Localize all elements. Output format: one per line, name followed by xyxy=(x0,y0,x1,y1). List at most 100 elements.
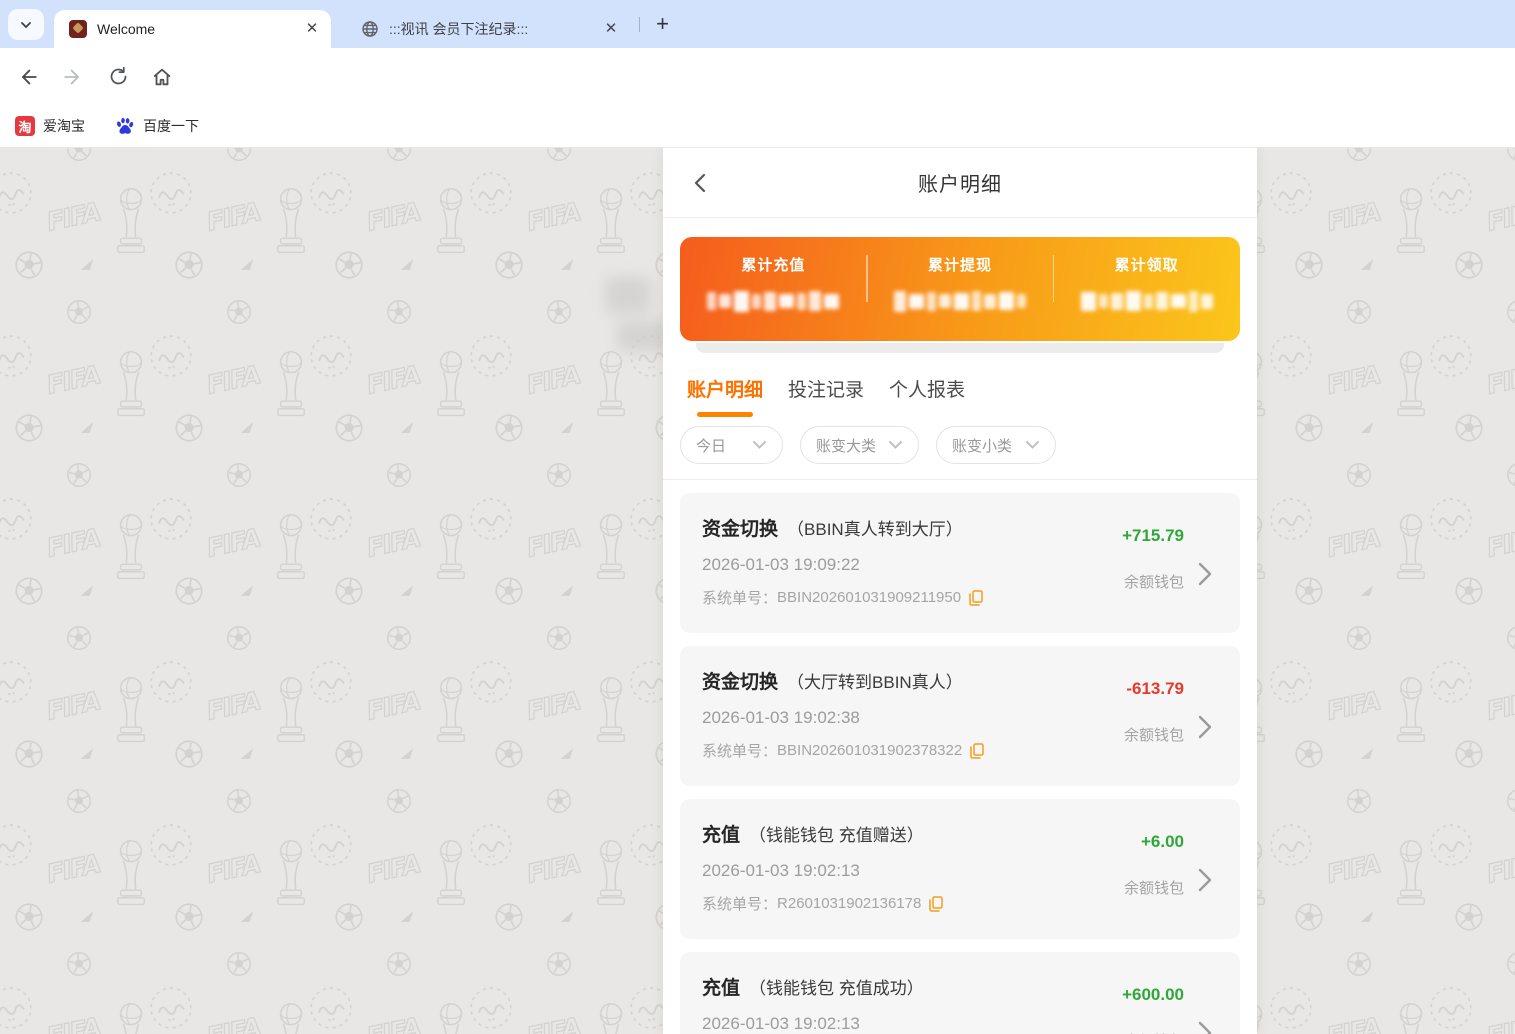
transaction-row[interactable]: 充值 （钱能钱包 充值赠送） 2026-01-03 19:02:13 系统单号：… xyxy=(680,799,1240,939)
badge-pattern-icon xyxy=(1425,656,1477,708)
badge-pattern-icon xyxy=(465,330,517,382)
forward-button[interactable] xyxy=(58,62,88,92)
copy-icon[interactable] xyxy=(969,589,983,606)
badge-pattern-icon xyxy=(1425,819,1477,871)
ball-pattern-icon xyxy=(329,245,368,284)
reload-button[interactable] xyxy=(103,62,133,92)
badge-pattern-icon xyxy=(1425,493,1477,545)
ball-pattern-icon xyxy=(1502,458,1515,492)
badge-pattern-icon xyxy=(145,167,197,219)
row-chevron[interactable] xyxy=(1184,514,1226,633)
tab-personal-report[interactable]: 个人报表 xyxy=(889,375,965,417)
bookmark-aitaobao[interactable]: 淘 爱淘宝 xyxy=(15,116,85,136)
ball-pattern-icon xyxy=(1449,571,1488,610)
welcome-favicon xyxy=(69,20,87,38)
ball-pattern-icon xyxy=(542,784,576,818)
browser-tab-welcome[interactable]: Welcome ✕ xyxy=(54,10,331,48)
account-detail-panel: 账户明细 累计充值 累计提现 累计领取 账户明细 投注记录 个人报表 今日 账变… xyxy=(663,148,1257,1034)
close-icon[interactable]: ✕ xyxy=(303,20,321,38)
bookmark-label: 百度一下 xyxy=(143,118,199,134)
tri-pattern-icon xyxy=(238,910,256,923)
copy-icon[interactable] xyxy=(970,742,984,759)
tri-pattern-icon xyxy=(398,910,416,923)
transaction-row[interactable]: 资金切换 （大厅转到BBIN真人） 2026-01-03 19:02:38 系统… xyxy=(680,646,1240,786)
ball-pattern-icon xyxy=(62,148,96,166)
row-chevron[interactable] xyxy=(1184,820,1226,939)
ball-pattern-icon xyxy=(329,734,368,773)
tab-account-detail[interactable]: 账户明细 xyxy=(687,375,763,417)
back-chevron-button[interactable] xyxy=(685,168,715,198)
baidu-paw-icon xyxy=(115,116,135,136)
transaction-type: 资金切换 xyxy=(702,672,779,693)
section-tabs: 账户明细 投注记录 个人报表 xyxy=(663,353,1257,417)
transaction-type: 资金切换 xyxy=(702,519,779,540)
trophy-pattern-icon xyxy=(432,999,470,1034)
badge-pattern-icon xyxy=(145,330,197,382)
ball-pattern-icon xyxy=(382,621,416,655)
transaction-row[interactable]: 资金切换 （BBIN真人转到大厅） 2026-01-03 19:09:22 系统… xyxy=(680,493,1240,633)
transaction-time: 2026-01-03 19:02:13 xyxy=(702,861,860,880)
filter-major-type-select[interactable]: 账变大类 xyxy=(800,426,919,464)
ball-pattern-icon xyxy=(489,897,528,936)
summary-col-claimed: 累计领取 xyxy=(1053,237,1240,341)
ball-pattern-icon xyxy=(542,947,576,981)
transaction-detail: （钱能钱包 充值赠送） xyxy=(749,826,924,845)
summary-col-withdraw: 累计提现 xyxy=(867,237,1054,341)
new-tab-button[interactable]: + xyxy=(649,11,676,38)
trophy-pattern-icon xyxy=(272,673,310,749)
trophy-pattern-icon xyxy=(432,673,470,749)
ball-pattern-icon xyxy=(9,897,48,936)
browser-tab-betting-records[interactable]: :::视讯 会员下注纪录::: ✕ xyxy=(346,10,630,48)
masked-amount xyxy=(1072,288,1222,314)
copy-icon[interactable] xyxy=(929,895,944,912)
trophy-pattern-icon xyxy=(1392,510,1430,586)
wallet-type: 余额钱包 xyxy=(1123,880,1184,897)
ball-pattern-icon xyxy=(62,295,96,329)
transaction-amount-block: +715.79 余额钱包 xyxy=(1056,514,1184,633)
trophy-pattern-icon xyxy=(112,510,150,586)
page-title: 账户明细 xyxy=(918,174,1002,196)
globe-icon xyxy=(361,20,379,38)
ball-pattern-icon xyxy=(1449,897,1488,936)
transaction-info: 资金切换 （BBIN真人转到大厅） 2026-01-03 19:09:22 系统… xyxy=(702,514,1056,633)
trophy-pattern-icon xyxy=(432,347,470,423)
trophy-pattern-icon xyxy=(112,999,150,1034)
ball-pattern-icon xyxy=(1289,897,1328,936)
row-chevron[interactable] xyxy=(1184,667,1226,786)
summary-label: 累计领取 xyxy=(1114,257,1179,274)
badge-pattern-icon xyxy=(465,656,517,708)
trophy-pattern-icon xyxy=(112,184,150,260)
ball-pattern-icon xyxy=(1342,947,1376,981)
summary-section: 累计充值 累计提现 累计领取 xyxy=(663,218,1257,353)
tri-pattern-icon xyxy=(398,258,416,271)
transaction-amount-block: -613.79 余额钱包 xyxy=(1056,667,1184,786)
summary-divider xyxy=(1052,255,1055,302)
badge-pattern-icon xyxy=(305,982,357,1034)
bookmark-baidu[interactable]: 百度一下 xyxy=(115,116,199,136)
badge-pattern-icon xyxy=(0,167,37,219)
badge-pattern-icon xyxy=(0,982,37,1034)
close-icon[interactable]: ✕ xyxy=(602,20,620,38)
trophy-pattern-icon xyxy=(592,836,630,912)
ball-pattern-icon xyxy=(222,621,256,655)
trophy-pattern-icon xyxy=(112,347,150,423)
back-button[interactable] xyxy=(13,62,43,92)
badge-pattern-icon xyxy=(1265,819,1317,871)
row-chevron[interactable] xyxy=(1184,973,1226,1034)
tri-pattern-icon xyxy=(78,421,96,434)
ball-pattern-icon xyxy=(222,295,256,329)
badge-pattern-icon xyxy=(145,982,197,1034)
tri-pattern-icon xyxy=(238,747,256,760)
filter-date-select[interactable]: 今日 xyxy=(680,426,783,464)
ball-pattern-icon xyxy=(1449,245,1488,284)
tab-search-button[interactable] xyxy=(8,9,44,40)
tab-bet-records[interactable]: 投注记录 xyxy=(788,375,864,417)
tri-pattern-icon xyxy=(398,747,416,760)
trophy-pattern-icon xyxy=(1392,999,1430,1034)
transaction-row[interactable]: 充值 （钱能钱包 充值成功） 2026-01-03 19:02:13 系统单号：… xyxy=(680,952,1240,1034)
filter-minor-type-select[interactable]: 账变小类 xyxy=(936,426,1056,464)
order-number-label: 系统单号： xyxy=(702,743,778,760)
tri-pattern-icon xyxy=(558,421,576,434)
home-button[interactable] xyxy=(147,62,177,92)
ball-pattern-icon xyxy=(489,571,528,610)
